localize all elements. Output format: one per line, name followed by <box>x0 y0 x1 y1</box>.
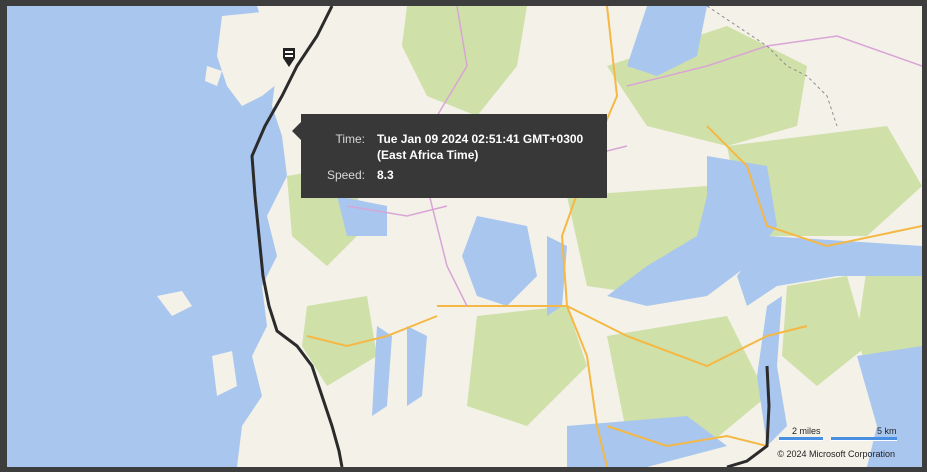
scale-miles-bar <box>779 437 823 441</box>
tooltip-speed-label: Speed: <box>326 168 365 182</box>
tooltip-time-row: Time: Tue Jan 09 2024 02:51:41 GMT+0300 … <box>317 131 595 163</box>
track-point-tooltip: Time: Tue Jan 09 2024 02:51:41 GMT+0300 … <box>292 114 607 198</box>
tooltip-time-value: Tue Jan 09 2024 02:51:41 GMT+0300 (East … <box>377 132 584 162</box>
tooltip-speed-row: Speed: 8.3 <box>317 167 595 183</box>
map-tiles <box>7 6 922 467</box>
vessel-marker-icon[interactable] <box>282 46 296 68</box>
tooltip-time-label: Time: <box>335 132 365 146</box>
scale-miles-label: 2 miles <box>792 426 821 436</box>
map-frame: Time: Tue Jan 09 2024 02:51:41 GMT+0300 … <box>0 0 927 472</box>
scale-km-label: 5 km <box>877 426 897 436</box>
tooltip-speed-value: 8.3 <box>377 168 394 182</box>
map-canvas[interactable]: Time: Tue Jan 09 2024 02:51:41 GMT+0300 … <box>7 6 922 467</box>
scale-km-bar <box>831 437 897 441</box>
map-copyright: © 2024 Microsoft Corporation <box>777 449 895 459</box>
